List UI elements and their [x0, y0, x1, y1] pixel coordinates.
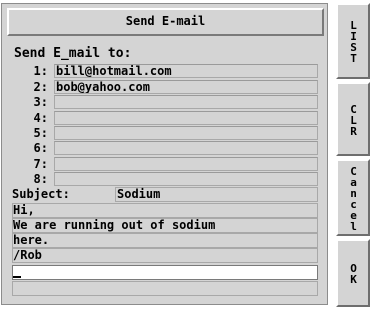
subject-field[interactable]: Sodium: [115, 187, 318, 202]
recipient-number: 4:: [33, 111, 48, 125]
text-cursor: [13, 276, 21, 278]
recipient-number: 7:: [33, 157, 48, 171]
message-line[interactable]: /Rob: [12, 248, 318, 263]
ok-button[interactable]: OK: [336, 239, 370, 307]
recipient-number: 6:: [33, 141, 48, 155]
recipient-row: 7:: [12, 156, 318, 172]
message-line[interactable]: Hi,: [12, 203, 318, 218]
list-button-label: LIST: [347, 19, 360, 63]
recipient-number: 3:: [33, 95, 48, 109]
recipient-number: 5:: [33, 126, 48, 140]
message-line[interactable]: here.: [12, 233, 318, 248]
recipient-row: 6:: [12, 140, 318, 156]
recipient-number: 8:: [33, 172, 48, 186]
send-to-label: Send E_mail to:: [14, 46, 132, 61]
recipient-field[interactable]: [54, 141, 318, 155]
recipient-row: 1: bill@hotmail.com: [12, 63, 318, 79]
recipient-field[interactable]: [54, 172, 318, 186]
recipient-field[interactable]: bob@yahoo.com: [54, 80, 318, 94]
ok-button-label: OK: [347, 262, 360, 284]
recipient-row: 5:: [12, 125, 318, 141]
recipient-field[interactable]: [54, 111, 318, 125]
recipient-row: 8:: [12, 171, 318, 187]
list-button[interactable]: LIST: [336, 3, 370, 79]
recipient-field[interactable]: [54, 126, 318, 140]
clear-button[interactable]: CLR: [336, 82, 370, 156]
recipient-row: 2: bob@yahoo.com: [12, 79, 318, 95]
clear-button-label: CLR: [347, 102, 360, 136]
recipient-number: 2:: [33, 80, 48, 94]
recipient-field[interactable]: bill@hotmail.com: [54, 64, 318, 78]
recipient-row: 4:: [12, 110, 318, 126]
message-line[interactable]: [12, 281, 318, 296]
message-line-active[interactable]: [12, 265, 318, 280]
message-line[interactable]: We are running out of sodium: [12, 218, 318, 233]
recipient-row: 3:: [12, 94, 318, 110]
cancel-button-label: Cancel: [347, 164, 360, 231]
subject-label: Subject:: [12, 187, 70, 201]
recipient-field[interactable]: [54, 95, 318, 109]
recipient-field[interactable]: [54, 157, 318, 171]
recipient-number: 1:: [33, 64, 48, 78]
dialog-title: Send E-mail: [7, 8, 324, 36]
cancel-button[interactable]: Cancel: [336, 159, 370, 236]
